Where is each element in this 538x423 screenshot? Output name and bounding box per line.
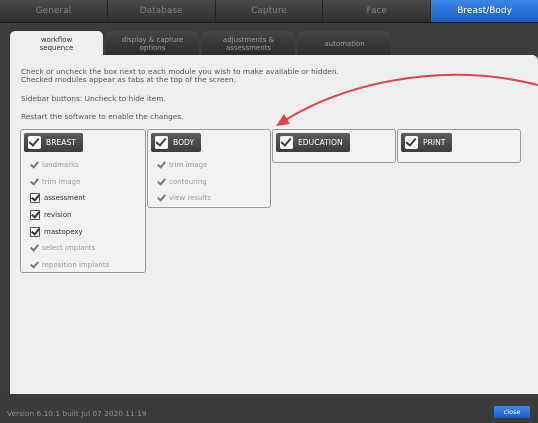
module-education: EDUCATION xyxy=(272,129,396,163)
tab-display-capture-options[interactable]: display & capture options xyxy=(106,31,199,55)
item-label: trim image xyxy=(169,161,208,170)
list-item: trim image xyxy=(30,174,109,191)
tab-database[interactable]: Database xyxy=(108,0,216,22)
tab-workflow-sequence[interactable]: workflow sequence xyxy=(10,31,103,55)
body-sidebar-items: trim image contouring view results xyxy=(157,157,211,207)
item-label: landmarks xyxy=(42,161,79,170)
check-icon xyxy=(30,244,38,252)
checkbox-icon xyxy=(28,136,41,149)
instruction-text-4: Restart the software to enable the chang… xyxy=(21,112,184,121)
check-icon xyxy=(157,161,165,169)
tab-label: display & capture options xyxy=(121,35,184,52)
list-item[interactable]: mastopexy xyxy=(30,223,109,240)
list-item[interactable]: revision xyxy=(30,207,109,224)
tab-capture[interactable]: Capture xyxy=(216,0,324,22)
instruction-text-3: Sidebar buttons: Uncheck to hide item. xyxy=(21,94,166,103)
module-breast: BREAST landmarks trim image assessment r… xyxy=(20,129,146,273)
list-item: reposition implants xyxy=(30,257,109,274)
list-item: contouring xyxy=(157,174,211,191)
module-title: EDUCATION xyxy=(298,138,343,147)
check-icon xyxy=(157,178,165,186)
checkbox-icon[interactable] xyxy=(30,226,40,237)
instruction-text-2: Checked modules appear as tabs at the to… xyxy=(21,75,236,84)
checkbox-icon xyxy=(155,136,168,149)
tab-breast-body[interactable]: Breast/Body xyxy=(431,0,538,22)
module-title: PRINT xyxy=(423,138,446,147)
list-item: view results xyxy=(157,190,211,207)
check-icon xyxy=(30,261,38,269)
item-label: contouring xyxy=(169,177,207,186)
module-education-toggle[interactable]: EDUCATION xyxy=(276,133,350,152)
close-button[interactable]: close xyxy=(494,406,530,418)
check-icon xyxy=(30,161,38,169)
checkbox-icon xyxy=(405,136,418,149)
module-breast-toggle[interactable]: BREAST xyxy=(24,133,83,152)
list-item[interactable]: assessment xyxy=(30,190,109,207)
item-label: assessment xyxy=(44,194,86,203)
module-title: BODY xyxy=(173,138,195,147)
top-tab-bar: General Database Capture Face Breast/Bod… xyxy=(0,0,538,23)
list-item: select implants xyxy=(30,240,109,257)
checkbox-icon[interactable] xyxy=(30,193,40,204)
module-body: BODY trim image contouring view results xyxy=(147,129,271,208)
check-icon xyxy=(30,178,38,186)
version-text: Version 6.10.1 built Jul 07 2020 11:19 xyxy=(7,409,147,418)
status-bar: Version 6.10.1 built Jul 07 2020 11:19 c… xyxy=(0,394,538,423)
checkbox-icon[interactable] xyxy=(30,210,40,221)
module-print-toggle[interactable]: PRINT xyxy=(401,133,453,152)
list-item: landmarks xyxy=(30,157,109,174)
module-body-toggle[interactable]: BODY xyxy=(151,133,202,152)
tab-adjustments-assessments[interactable]: adjustments & assessments xyxy=(202,31,295,55)
breast-sidebar-items: landmarks trim image assessment revision… xyxy=(30,157,109,273)
module-print: PRINT xyxy=(397,129,521,163)
item-label: select implants xyxy=(42,244,96,253)
settings-panel: Check or uncheck the box next to each mo… xyxy=(10,55,538,394)
tab-label: adjustments & assessments xyxy=(222,35,275,52)
check-icon xyxy=(157,194,165,202)
tab-label: automation xyxy=(324,39,365,48)
tab-general[interactable]: General xyxy=(0,0,108,22)
item-label: mastopexy xyxy=(44,227,83,236)
sub-tab-bar: workflow sequence display & capture opti… xyxy=(10,31,394,55)
item-label: reposition implants xyxy=(42,260,110,269)
module-title: BREAST xyxy=(46,138,76,147)
item-label: trim image xyxy=(42,177,81,186)
list-item: trim image xyxy=(157,157,211,174)
tab-automation[interactable]: automation xyxy=(298,31,391,55)
tab-label: workflow sequence xyxy=(39,35,74,52)
item-label: revision xyxy=(44,211,72,220)
tab-face[interactable]: Face xyxy=(323,0,432,22)
item-label: view results xyxy=(169,194,211,203)
checkbox-icon xyxy=(280,136,293,149)
